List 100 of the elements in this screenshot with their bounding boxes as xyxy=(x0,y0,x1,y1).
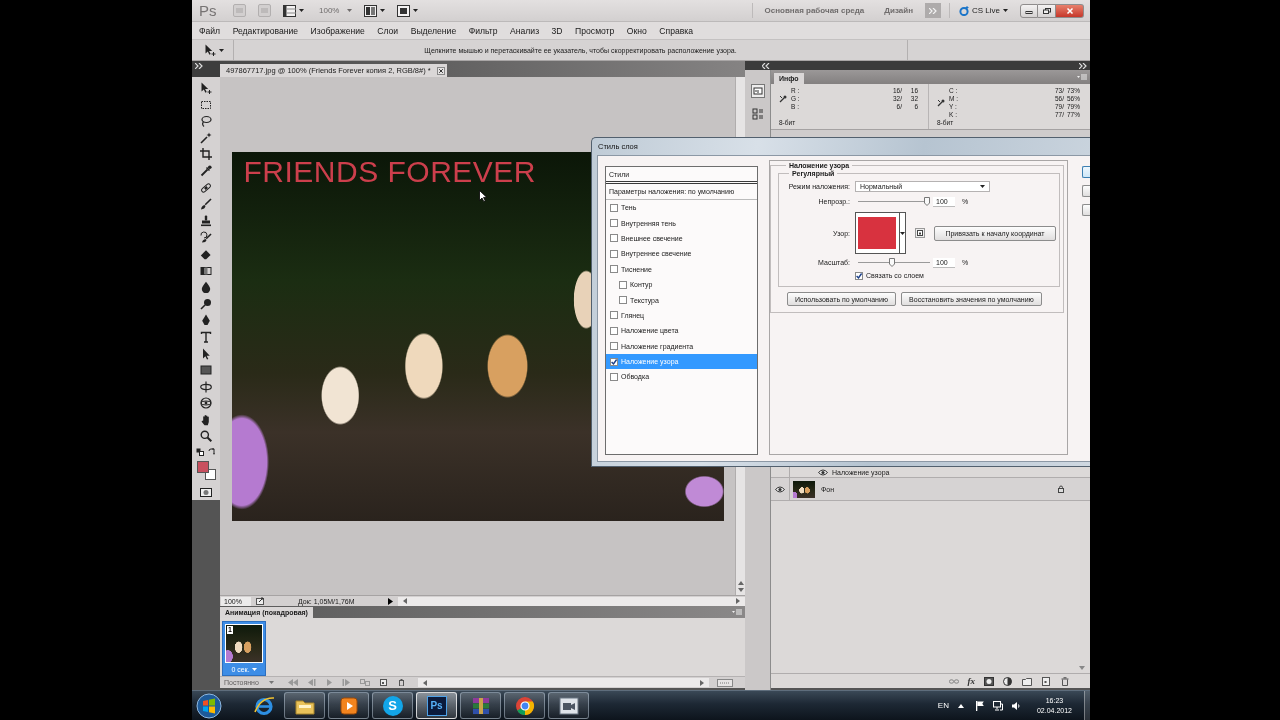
slider-thumb[interactable] xyxy=(889,258,895,267)
horizontal-scrollbar[interactable] xyxy=(417,678,709,687)
gradient-icon[interactable] xyxy=(200,264,212,277)
checkbox[interactable] xyxy=(619,296,627,305)
screen-mode-button[interactable] xyxy=(397,3,419,18)
menu-item[interactable]: Слои xyxy=(377,25,399,36)
side-button[interactable] xyxy=(1082,166,1090,178)
arrange-button[interactable] xyxy=(364,3,386,18)
double-chevron-icon[interactable] xyxy=(195,63,203,69)
cs-live-button[interactable]: CS Live xyxy=(959,5,1008,16)
checkbox[interactable] xyxy=(610,203,618,212)
app-tile-icon[interactable] xyxy=(233,4,246,17)
workspace-button[interactable]: Дизайн xyxy=(884,6,913,15)
marquee-icon[interactable] xyxy=(200,98,212,111)
language-indicator[interactable]: EN xyxy=(937,701,949,710)
selection-arrow-icon[interactable] xyxy=(200,347,212,360)
scroll-up-icon[interactable] xyxy=(737,581,744,585)
app-tile-icon[interactable] xyxy=(258,4,271,17)
magic-wand-icon[interactable] xyxy=(200,131,212,144)
crop-icon[interactable] xyxy=(200,148,212,161)
new-preset-button[interactable] xyxy=(915,228,925,238)
effects-button[interactable]: fx xyxy=(967,676,975,686)
swap-arrow-icon[interactable] xyxy=(208,448,216,457)
checkbox[interactable] xyxy=(610,234,618,243)
quick-mask-icon[interactable] xyxy=(200,488,212,498)
menu-item[interactable]: Файл xyxy=(199,25,221,36)
panel-options-icon[interactable] xyxy=(717,678,733,687)
type-tool-icon[interactable] xyxy=(200,330,212,343)
caret-icon[interactable] xyxy=(251,668,257,671)
restore-button[interactable] xyxy=(1038,3,1056,18)
taskbar-button[interactable] xyxy=(328,692,369,719)
side-button[interactable] xyxy=(1082,185,1090,197)
eye-icon[interactable] xyxy=(818,468,828,476)
menu-item[interactable]: Выделение xyxy=(410,25,457,36)
close-button[interactable] xyxy=(1056,3,1084,18)
drop-icon[interactable] xyxy=(200,281,212,294)
view-extras-button[interactable] xyxy=(283,3,304,18)
double-chevron-icon[interactable] xyxy=(1079,62,1087,69)
checkbox[interactable] xyxy=(610,311,618,320)
half-circle-icon[interactable] xyxy=(1003,676,1013,686)
checkbox[interactable] xyxy=(610,265,618,274)
menu-item[interactable]: 3D xyxy=(551,25,563,36)
taskbar-button[interactable] xyxy=(460,692,501,719)
zoom-icon[interactable] xyxy=(200,430,212,443)
menu-item[interactable]: Просмотр xyxy=(575,25,615,36)
checkbox[interactable] xyxy=(610,357,618,366)
network-icon[interactable] xyxy=(992,700,1003,711)
dodge-icon[interactable] xyxy=(200,297,212,310)
menu-item[interactable]: Анализ xyxy=(510,25,540,36)
brush-icon[interactable] xyxy=(200,198,212,211)
scroll-left-icon[interactable] xyxy=(402,598,407,604)
pattern-picker[interactable] xyxy=(855,212,906,254)
close-icon[interactable] xyxy=(436,66,445,75)
workspace-button[interactable]: Основная рабочая среда xyxy=(764,6,865,15)
new-layer-icon[interactable] xyxy=(1041,676,1051,686)
new-frame-icon[interactable] xyxy=(377,679,388,686)
rectangle-icon[interactable] xyxy=(200,364,212,377)
checkbox[interactable] xyxy=(610,326,618,335)
rotate-3d-icon[interactable] xyxy=(200,380,212,393)
scroll-down-icon[interactable] xyxy=(737,588,744,592)
history-brush-icon[interactable] xyxy=(200,231,212,244)
horizontal-scrollbar[interactable] xyxy=(397,596,745,606)
folder-icon[interactable] xyxy=(1022,676,1032,686)
checkbox[interactable] xyxy=(610,219,618,228)
scroll-right-icon[interactable] xyxy=(736,598,740,604)
checkbox[interactable] xyxy=(610,249,618,258)
menu-item[interactable]: Фильтр xyxy=(468,25,498,36)
info-panel-icon[interactable] xyxy=(750,84,765,98)
mask-icon[interactable] xyxy=(984,676,994,686)
trash-icon[interactable] xyxy=(1060,676,1070,686)
scroll-right-icon[interactable] xyxy=(700,679,704,686)
side-button[interactable] xyxy=(1082,204,1090,216)
checkbox[interactable] xyxy=(855,271,863,280)
start-button[interactable] xyxy=(196,692,222,719)
scroll-down-icon[interactable] xyxy=(1079,666,1085,670)
play-arrow-icon[interactable] xyxy=(387,597,393,605)
move-icon[interactable] xyxy=(200,82,212,94)
taskbar-button[interactable] xyxy=(504,692,545,719)
double-chevron-icon[interactable] xyxy=(762,62,770,69)
checkbox[interactable] xyxy=(610,373,618,381)
taskbar-button[interactable]: Ps xyxy=(416,692,457,719)
scroll-left-icon[interactable] xyxy=(422,679,427,686)
minimize-button[interactable] xyxy=(1020,3,1038,18)
speaker-icon[interactable] xyxy=(1010,700,1021,711)
checkbox[interactable] xyxy=(610,342,618,351)
hand-icon[interactable] xyxy=(200,413,212,426)
menu-item[interactable]: Изображение xyxy=(310,25,365,36)
flag-icon[interactable] xyxy=(974,700,985,711)
stamp-icon[interactable] xyxy=(200,214,212,227)
eyedropper-icon[interactable] xyxy=(200,164,212,177)
default-colors-icon[interactable] xyxy=(196,448,204,457)
lasso-icon[interactable] xyxy=(200,115,212,128)
show-desktop-button[interactable] xyxy=(1084,691,1090,720)
checkbox[interactable] xyxy=(619,280,627,289)
caret-up-icon[interactable] xyxy=(957,703,964,708)
bandage-icon[interactable] xyxy=(200,181,212,194)
pen-icon[interactable] xyxy=(200,314,212,327)
export-icon[interactable] xyxy=(256,597,265,605)
menu-item[interactable]: Справка xyxy=(659,25,694,36)
list-icon[interactable] xyxy=(750,107,765,121)
